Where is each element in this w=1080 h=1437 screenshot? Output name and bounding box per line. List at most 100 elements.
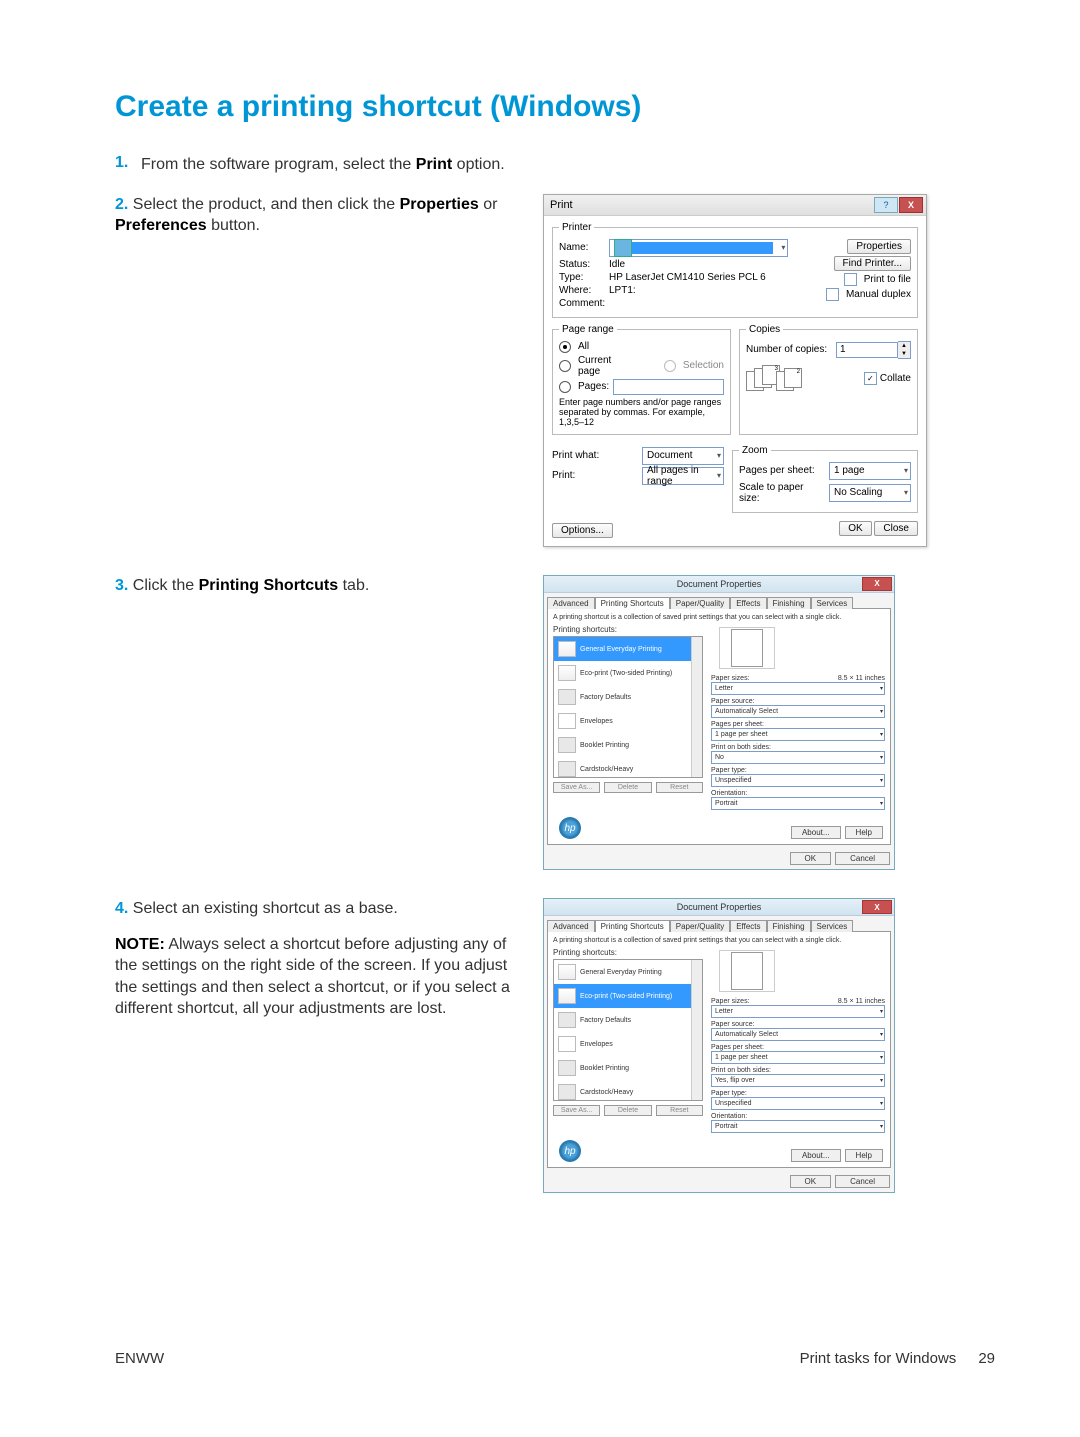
paper-size-select[interactable]: Letter [711, 1005, 885, 1018]
shortcut-everyday[interactable]: General Everyday Printing [554, 637, 702, 661]
status-value: Idle [609, 259, 625, 270]
paper-source-select[interactable]: Automatically Select [711, 705, 885, 718]
print-to-file-checkbox[interactable] [844, 273, 857, 286]
save-as-button[interactable]: Save As... [553, 1105, 600, 1116]
pages-input[interactable] [613, 379, 724, 395]
shortcut-factory[interactable]: Factory Defaults [554, 1008, 702, 1032]
paper-type-select[interactable]: Unspecified [711, 774, 885, 787]
envelope-icon [558, 1036, 576, 1052]
delete-button[interactable]: Delete [604, 1105, 651, 1116]
type-value: HP LaserJet CM1410 Series PCL 6 [609, 272, 766, 283]
tab-paper-quality[interactable]: Paper/Quality [670, 597, 730, 609]
tab-finishing[interactable]: Finishing [767, 597, 811, 609]
shortcut-eco[interactable]: Eco-print (Two-sided Printing) [554, 661, 702, 685]
step-text: Select an existing shortcut as a base. N… [115, 900, 515, 1020]
radio-pages[interactable] [559, 381, 571, 393]
printer-name-select[interactable] [609, 239, 788, 257]
scale-select[interactable]: No Scaling [829, 484, 911, 502]
step-2: 2. Select the product, and then click th… [115, 194, 515, 237]
shortcut-description: A printing shortcut is a collection of s… [553, 614, 885, 622]
tab-advanced[interactable]: Advanced [547, 597, 595, 609]
preview-icon [719, 950, 775, 992]
tab-effects[interactable]: Effects [730, 920, 766, 932]
shortcut-envelopes[interactable]: Envelopes [554, 709, 702, 733]
options-button[interactable]: Options... [552, 523, 613, 538]
shortcut-booklet[interactable]: Booklet Printing [554, 1056, 702, 1080]
copies-spinner[interactable]: 1 ▲▼ [836, 341, 911, 359]
tab-finishing[interactable]: Finishing [767, 920, 811, 932]
pages-per-sheet-select[interactable]: 1 page per sheet [711, 728, 885, 741]
orientation-select[interactable]: Portrait [711, 797, 885, 810]
radio-all[interactable] [559, 341, 571, 353]
help-icon[interactable]: ? [874, 197, 898, 213]
both-sides-select[interactable]: Yes, flip over [711, 1074, 885, 1087]
cardstock-icon [558, 761, 576, 777]
reset-button[interactable]: Reset [656, 782, 703, 793]
eco-icon [558, 665, 576, 681]
shortcut-booklet[interactable]: Booklet Printing [554, 733, 702, 757]
tab-printing-shortcuts[interactable]: Printing Shortcuts [595, 920, 670, 932]
factory-icon [558, 1012, 576, 1028]
cancel-button[interactable]: Cancel [835, 1175, 890, 1188]
about-button[interactable]: About... [791, 1149, 841, 1162]
paper-type-select[interactable]: Unspecified [711, 1097, 885, 1110]
tab-services[interactable]: Services [811, 597, 854, 609]
step-number: 1. [115, 154, 141, 172]
pages-per-sheet-select[interactable]: 1 page [829, 462, 911, 480]
collate-checkbox[interactable]: ✓ [864, 372, 877, 385]
about-button[interactable]: About... [791, 826, 841, 839]
radio-current[interactable] [559, 360, 571, 372]
shortcut-eco[interactable]: Eco-print (Two-sided Printing) [554, 984, 702, 1008]
ok-button[interactable]: OK [790, 852, 832, 865]
tab-advanced[interactable]: Advanced [547, 920, 595, 932]
cancel-button[interactable]: Cancel [835, 852, 890, 865]
step-text: Select the product, and then click the P… [115, 196, 497, 235]
tab-bar: Advanced Printing Shortcuts Paper/Qualit… [544, 916, 894, 931]
radio-selection[interactable] [664, 360, 676, 372]
reset-button[interactable]: Reset [656, 1105, 703, 1116]
orientation-select[interactable]: Portrait [711, 1120, 885, 1133]
paper-source-select[interactable]: Automatically Select [711, 1028, 885, 1041]
print-what-select[interactable]: Document [642, 447, 724, 465]
booklet-icon [558, 1060, 576, 1076]
shortcut-factory[interactable]: Factory Defaults [554, 685, 702, 709]
help-button[interactable]: Help [845, 826, 883, 839]
collate-icon: 1 2 3 1 2 [746, 365, 786, 393]
shortcut-list[interactable]: General Everyday Printing Eco-print (Two… [553, 959, 703, 1101]
pages-per-sheet-select[interactable]: 1 page per sheet [711, 1051, 885, 1064]
close-icon[interactable]: X [862, 900, 892, 914]
cardstock-icon [558, 1084, 576, 1100]
spinner-arrows-icon[interactable]: ▲▼ [898, 341, 911, 359]
tab-services[interactable]: Services [811, 920, 854, 932]
shortcut-cardstock[interactable]: Cardstock/Heavy [554, 757, 702, 778]
tab-effects[interactable]: Effects [730, 597, 766, 609]
page-icon [558, 964, 576, 980]
paper-size-select[interactable]: Letter [711, 682, 885, 695]
page-icon [558, 641, 576, 657]
ok-button[interactable]: OK [790, 1175, 832, 1188]
close-icon[interactable]: X [899, 197, 923, 213]
shortcut-list[interactable]: General Everyday Printing Eco-print (Two… [553, 636, 703, 778]
shortcut-everyday[interactable]: General Everyday Printing [554, 960, 702, 984]
print-range-select[interactable]: All pages in range [642, 467, 724, 485]
tab-printing-shortcuts[interactable]: Printing Shortcuts [595, 597, 670, 609]
shortcut-cardstock[interactable]: Cardstock/Heavy [554, 1080, 702, 1101]
step-number: 4. [115, 900, 128, 917]
tab-paper-quality[interactable]: Paper/Quality [670, 920, 730, 932]
footer-left: ENWW [115, 1350, 164, 1367]
manual-duplex-checkbox[interactable] [826, 288, 839, 301]
footer-section: Print tasks for Windows [800, 1350, 957, 1367]
find-printer-button[interactable]: Find Printer... [834, 256, 911, 271]
properties-button[interactable]: Properties [847, 239, 911, 254]
close-button[interactable]: Close [874, 521, 918, 536]
shortcut-envelopes[interactable]: Envelopes [554, 1032, 702, 1056]
help-button[interactable]: Help [845, 1149, 883, 1162]
close-icon[interactable]: X [862, 577, 892, 591]
save-as-button[interactable]: Save As... [553, 782, 600, 793]
ok-button[interactable]: OK [839, 521, 871, 536]
delete-button[interactable]: Delete [604, 782, 651, 793]
hp-logo-icon: hp [559, 1140, 581, 1162]
both-sides-select[interactable]: No [711, 751, 885, 764]
step-text: Click the Printing Shortcuts tab. [133, 577, 370, 594]
hp-logo-icon: hp [559, 817, 581, 839]
